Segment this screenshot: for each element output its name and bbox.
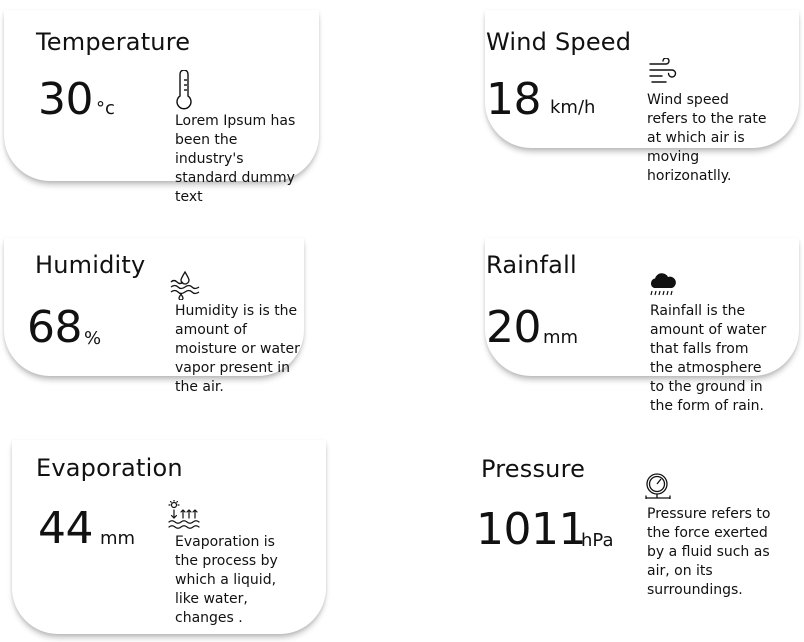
pressure-description: Pressure refers to the force exerted by … bbox=[647, 506, 771, 598]
evaporation-description: Evaporation is the process by which a li… bbox=[175, 534, 278, 626]
temperature-unit: °c bbox=[96, 98, 115, 119]
wind-speed-title: Wind Speed bbox=[486, 28, 632, 56]
thermometer-icon bbox=[174, 70, 194, 110]
pressure-unit: hPa bbox=[581, 530, 614, 551]
evaporation-icon bbox=[168, 500, 200, 530]
rainfall-value: 20 bbox=[486, 302, 542, 353]
evaporation-title: Evaporation bbox=[36, 454, 183, 482]
humidity-title: Humidity bbox=[35, 251, 146, 279]
humidity-unit: % bbox=[84, 328, 102, 349]
temperature-title: Temperature bbox=[36, 28, 191, 56]
rain-cloud-icon bbox=[648, 270, 678, 298]
pressure-gauge-icon bbox=[644, 472, 672, 500]
evaporation-value: 44 bbox=[38, 503, 94, 554]
temperature-description: Lorem Ipsum has been the industry's stan… bbox=[175, 113, 296, 205]
temperature-value: 30 bbox=[38, 74, 94, 125]
humidity-value: 68 bbox=[27, 302, 83, 353]
pressure-title: Pressure bbox=[481, 455, 586, 483]
rainfall-description: Rainfall is the amount of water that fal… bbox=[650, 303, 767, 414]
humidity-icon bbox=[170, 270, 200, 300]
evaporation-unit: mm bbox=[100, 528, 136, 549]
wind-speed-value: 18 bbox=[486, 74, 542, 125]
humidity-description: Humidity is is the amount of moisture or… bbox=[175, 303, 300, 395]
wind-icon bbox=[648, 58, 680, 88]
rainfall-title: Rainfall bbox=[486, 251, 577, 279]
wind-speed-unit: km/h bbox=[550, 97, 596, 118]
rainfall-unit: mm bbox=[543, 327, 579, 348]
wind-speed-description: Wind speed refers to the rate at which a… bbox=[647, 92, 767, 184]
pressure-value: 1011 bbox=[476, 504, 586, 555]
